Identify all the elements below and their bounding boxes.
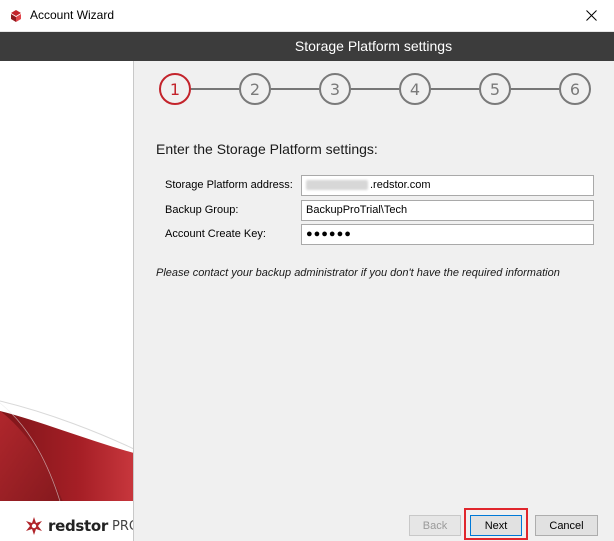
close-button[interactable] [568,0,614,31]
step-5: 5 [479,73,511,105]
title-bar: Account Wizard [0,0,614,32]
storage-platform-address-label: Storage Platform address: [165,179,293,191]
sidebar-branding: redstor PRO [0,61,134,541]
step-1: 1 [159,73,191,105]
page-title: Storage Platform settings [294,38,453,54]
step-connector [351,88,399,90]
account-create-key-input[interactable]: ●●●●●● [301,224,594,245]
wizard-content: 1 2 3 4 5 6 Enter the Storage Platform s… [134,61,614,541]
back-button[interactable]: Back [409,515,461,536]
step-2: 2 [239,73,271,105]
logo-wordmark: redstor [48,517,109,535]
backup-group-value: BackupProTrial\Tech [306,204,408,216]
backup-group-input[interactable]: BackupProTrial\Tech [301,200,594,221]
step-3: 3 [319,73,351,105]
step-connector [431,88,479,90]
app-icon [11,10,21,22]
close-icon [585,10,597,21]
step-6: 6 [559,73,591,105]
account-create-key-label: Account Create Key: [165,228,266,240]
step-connector [191,88,239,90]
brand-sail-graphic [0,400,133,541]
storage-platform-address-value: .redstor.com [370,179,431,191]
backup-group-label: Backup Group: [165,204,239,216]
page-header: Storage Platform settings [0,32,614,61]
step-indicator: 1 2 3 4 5 6 [134,61,614,117]
section-heading: Enter the Storage Platform settings: [156,141,378,157]
step-connector [511,88,559,90]
step-connector [271,88,319,90]
info-note: Please contact your backup administrator… [156,267,560,279]
account-create-key-value: ●●●●●● [306,228,352,240]
step-4: 4 [399,73,431,105]
redacted-text [306,180,368,191]
cancel-button[interactable]: Cancel [535,515,598,536]
logo-suffix: PRO [112,518,133,534]
storage-platform-address-input[interactable]: .redstor.com [301,175,594,196]
window-title: Account Wizard [30,8,115,22]
next-button[interactable]: Next [470,515,522,536]
redstor-logo: redstor PRO [24,515,133,537]
redstor-logo-icon [26,517,42,535]
